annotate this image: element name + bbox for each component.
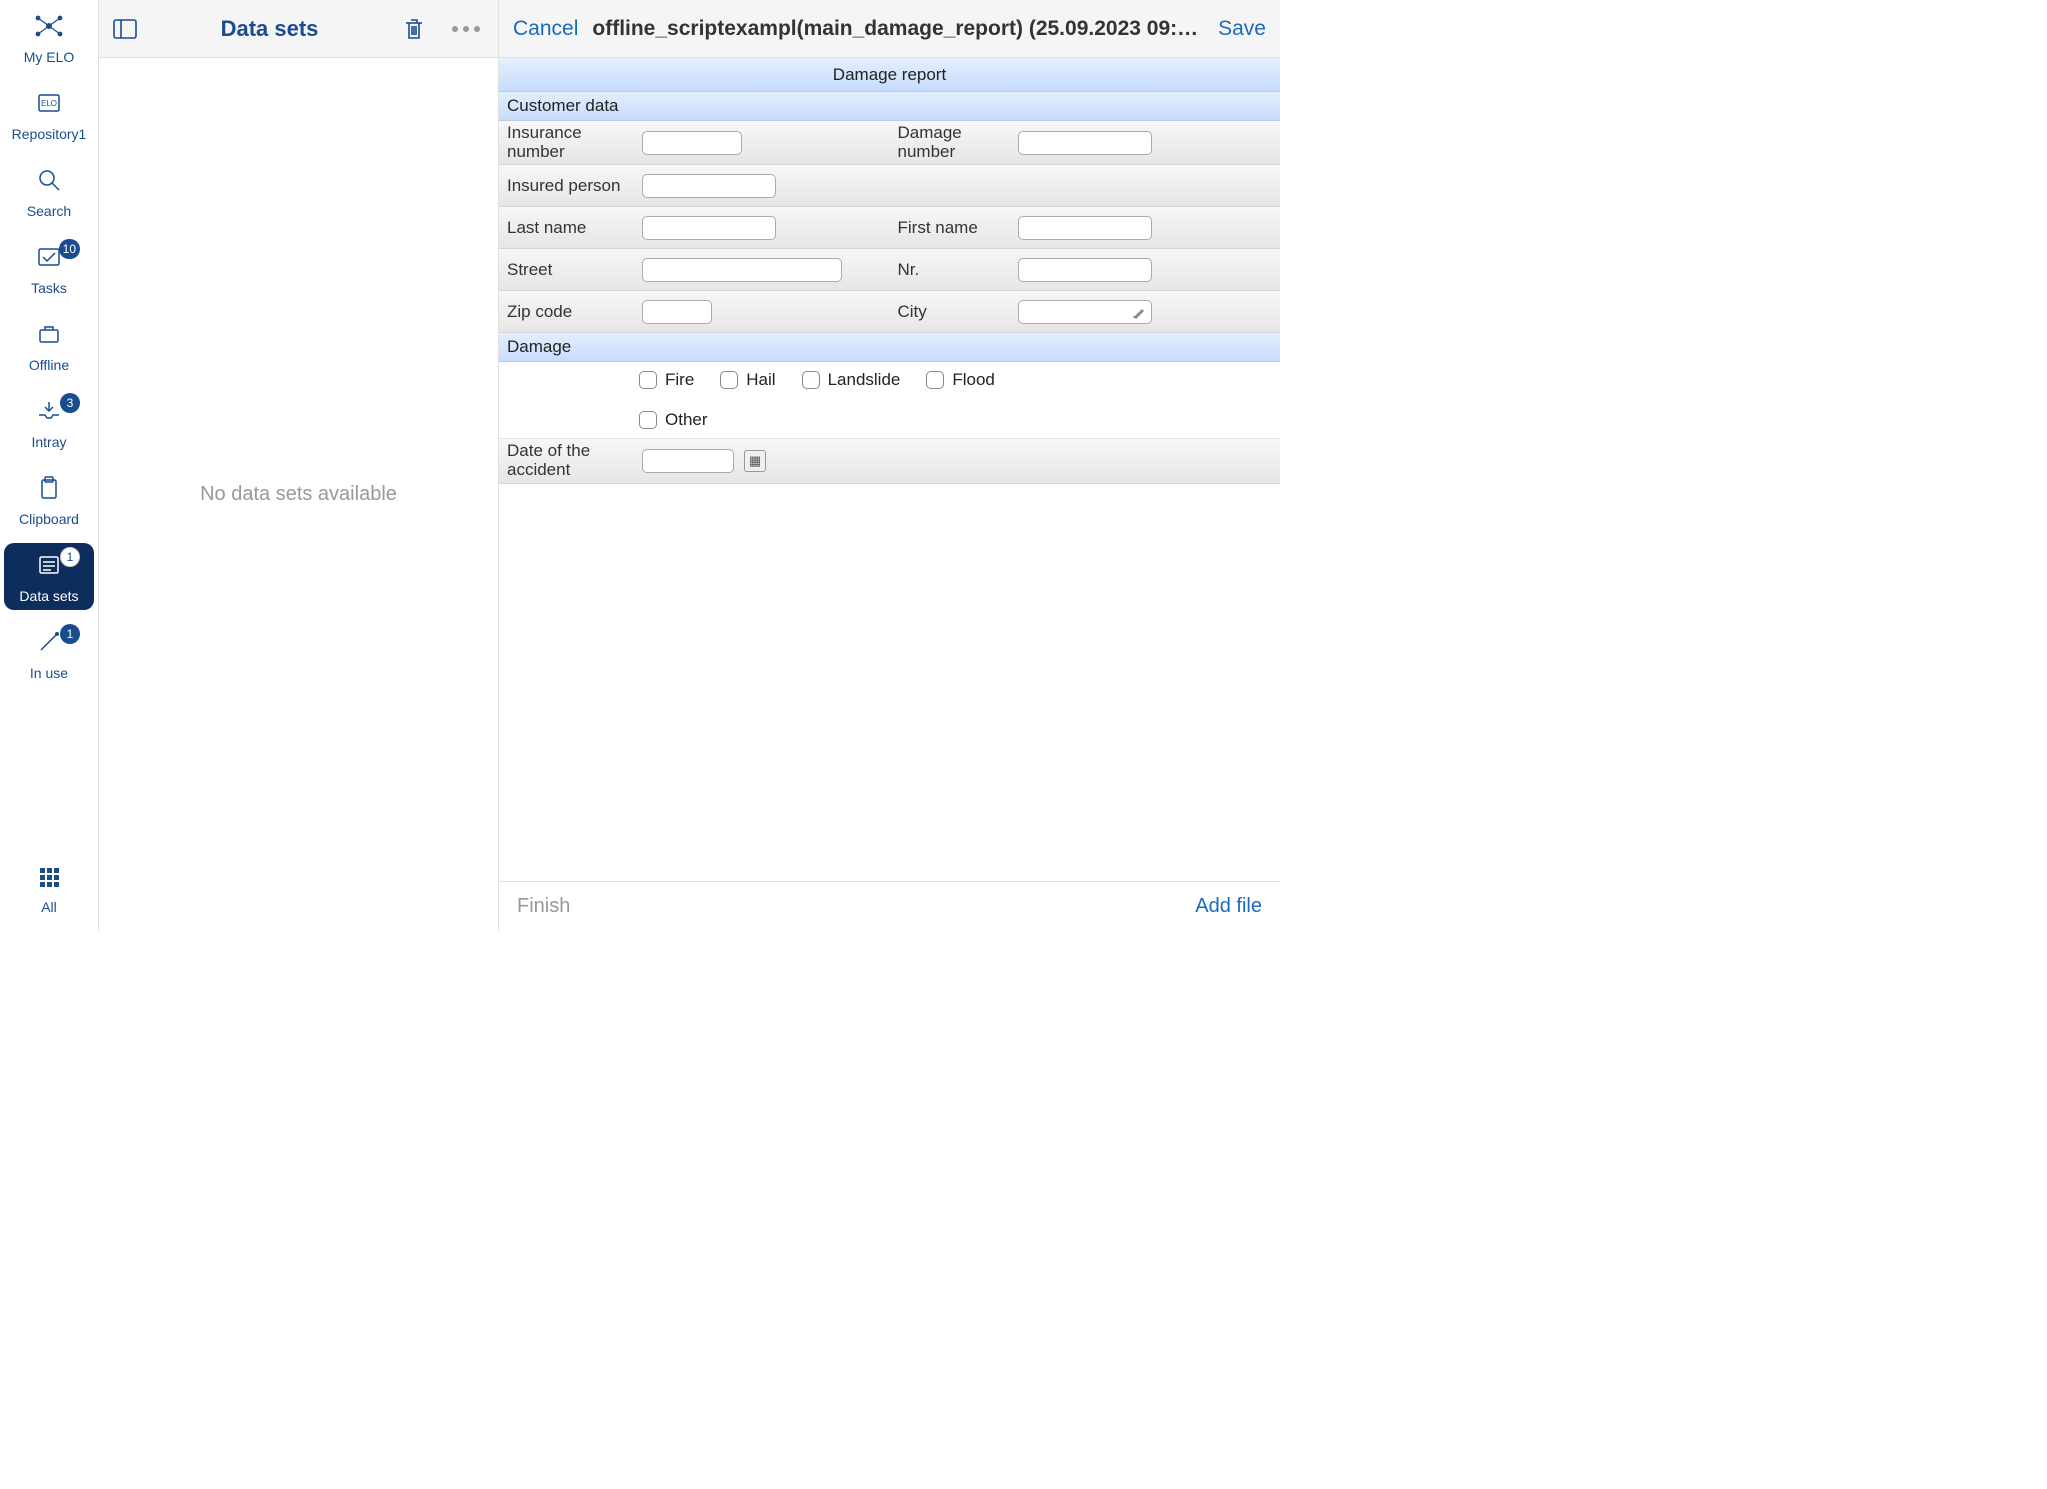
label-street: Street xyxy=(507,261,632,280)
chk-label: Hail xyxy=(746,370,775,390)
nav-item-tasks[interactable]: 10 Tasks xyxy=(4,235,94,302)
list-header: Data sets xyxy=(99,0,498,58)
row-street: Street Nr. xyxy=(499,249,1280,291)
form-title: Damage report xyxy=(499,58,1280,92)
label-insured-person: Insured person xyxy=(507,177,632,196)
detail-footer: Finish Add file xyxy=(499,881,1280,931)
label-city: City xyxy=(898,303,1008,322)
label-zip: Zip code xyxy=(507,303,632,322)
input-accident-date[interactable] xyxy=(642,449,734,473)
nav-label: Clipboard xyxy=(8,511,90,527)
nav-item-all[interactable]: All xyxy=(4,854,94,921)
chk-label: Other xyxy=(665,410,708,430)
row-names: Last name First name xyxy=(499,207,1280,249)
input-insurance-number[interactable] xyxy=(642,131,742,155)
nav-label: Data sets xyxy=(8,588,90,604)
calendar-icon[interactable]: ▦ xyxy=(744,450,766,472)
input-first-name[interactable] xyxy=(1018,216,1152,240)
repository-icon: ELO xyxy=(32,89,66,117)
trash-icon[interactable] xyxy=(400,15,428,43)
chk-label: Landslide xyxy=(828,370,901,390)
nav-label: My ELO xyxy=(8,49,90,65)
nav-label: Tasks xyxy=(8,280,90,296)
add-file-button[interactable]: Add file xyxy=(1195,895,1262,918)
nav-item-intray[interactable]: 3 Intray xyxy=(4,389,94,456)
checkbox-hail[interactable]: Hail xyxy=(720,370,775,390)
input-damage-number[interactable] xyxy=(1018,131,1152,155)
nav-label: Repository1 xyxy=(8,126,90,142)
chk-label: Flood xyxy=(952,370,995,390)
briefcase-icon xyxy=(32,320,66,348)
cancel-button[interactable]: Cancel xyxy=(513,17,578,41)
section-damage-heading: Damage xyxy=(499,333,1280,362)
section-customer-heading: Customer data xyxy=(499,92,1280,121)
list-pane: Data sets No data sets available xyxy=(99,0,499,931)
nav-label: In use xyxy=(8,665,90,681)
finish-button[interactable]: Finish xyxy=(517,895,570,918)
list-title: Data sets xyxy=(157,16,382,42)
inuse-badge: 1 xyxy=(60,624,80,644)
svg-text:ELO: ELO xyxy=(41,99,57,108)
nav-item-repository[interactable]: ELO Repository1 xyxy=(4,81,94,148)
label-last-name: Last name xyxy=(507,219,632,238)
datasets-badge: 1 xyxy=(60,547,80,567)
label-damage-number: Damage number xyxy=(898,124,1008,161)
label-nr: Nr. xyxy=(898,261,1008,280)
nav-label: Intray xyxy=(8,434,90,450)
clipboard-icon xyxy=(32,474,66,502)
nav-item-search[interactable]: Search xyxy=(4,158,94,225)
nav-item-clipboard[interactable]: Clipboard xyxy=(4,466,94,533)
nav-label: Search xyxy=(8,203,90,219)
more-icon[interactable] xyxy=(446,20,486,38)
nav-item-datasets[interactable]: 1 Data sets xyxy=(4,543,94,610)
input-zip[interactable] xyxy=(642,300,712,324)
row-insured-person: Insured person xyxy=(499,165,1280,207)
detail-title: offline_scriptexampl(main_damage_report)… xyxy=(592,17,1204,41)
row-zip-city: Zip code City xyxy=(499,291,1280,333)
nav-item-inuse[interactable]: 1 In use xyxy=(4,620,94,687)
input-nr[interactable] xyxy=(1018,258,1152,282)
list-body: No data sets available xyxy=(99,58,498,931)
nav-label: Offline xyxy=(8,357,90,373)
damage-options: Fire Hail Landslide Flood Other xyxy=(499,362,1280,439)
left-nav: My ELO ELO Repository1 Search 10 Tasks O… xyxy=(0,0,99,931)
grid-icon xyxy=(32,862,66,890)
intray-badge: 3 xyxy=(60,393,80,413)
detail-pane: Cancel offline_scriptexampl(main_damage_… xyxy=(499,0,1280,931)
label-accident-date: Date of the accident xyxy=(507,442,632,479)
checkbox-other[interactable]: Other xyxy=(639,410,1280,430)
edit-icon[interactable] xyxy=(1132,305,1146,319)
search-icon xyxy=(32,166,66,194)
input-street[interactable] xyxy=(642,258,842,282)
network-icon xyxy=(32,12,66,40)
checkbox-landslide[interactable]: Landslide xyxy=(802,370,901,390)
empty-text: No data sets available xyxy=(200,483,397,506)
form-body: Damage report Customer data Insurance nu… xyxy=(499,58,1280,881)
label-insurance-number: Insurance number xyxy=(507,124,632,161)
save-button[interactable]: Save xyxy=(1218,17,1266,41)
input-last-name[interactable] xyxy=(642,216,776,240)
toggle-sidebar-icon[interactable] xyxy=(111,15,139,43)
row-accident-date: Date of the accident ▦ xyxy=(499,439,1280,483)
detail-header: Cancel offline_scriptexampl(main_damage_… xyxy=(499,0,1280,58)
label-first-name: First name xyxy=(898,219,1008,238)
tasks-badge: 10 xyxy=(59,239,80,259)
checkbox-fire[interactable]: Fire xyxy=(639,370,694,390)
nav-item-offline[interactable]: Offline xyxy=(4,312,94,379)
checkbox-flood[interactable]: Flood xyxy=(926,370,995,390)
nav-item-myelo[interactable]: My ELO xyxy=(4,4,94,71)
chk-label: Fire xyxy=(665,370,694,390)
nav-label: All xyxy=(8,899,90,915)
row-insurance-damage: Insurance number Damage number xyxy=(499,121,1280,165)
input-insured-person[interactable] xyxy=(642,174,776,198)
